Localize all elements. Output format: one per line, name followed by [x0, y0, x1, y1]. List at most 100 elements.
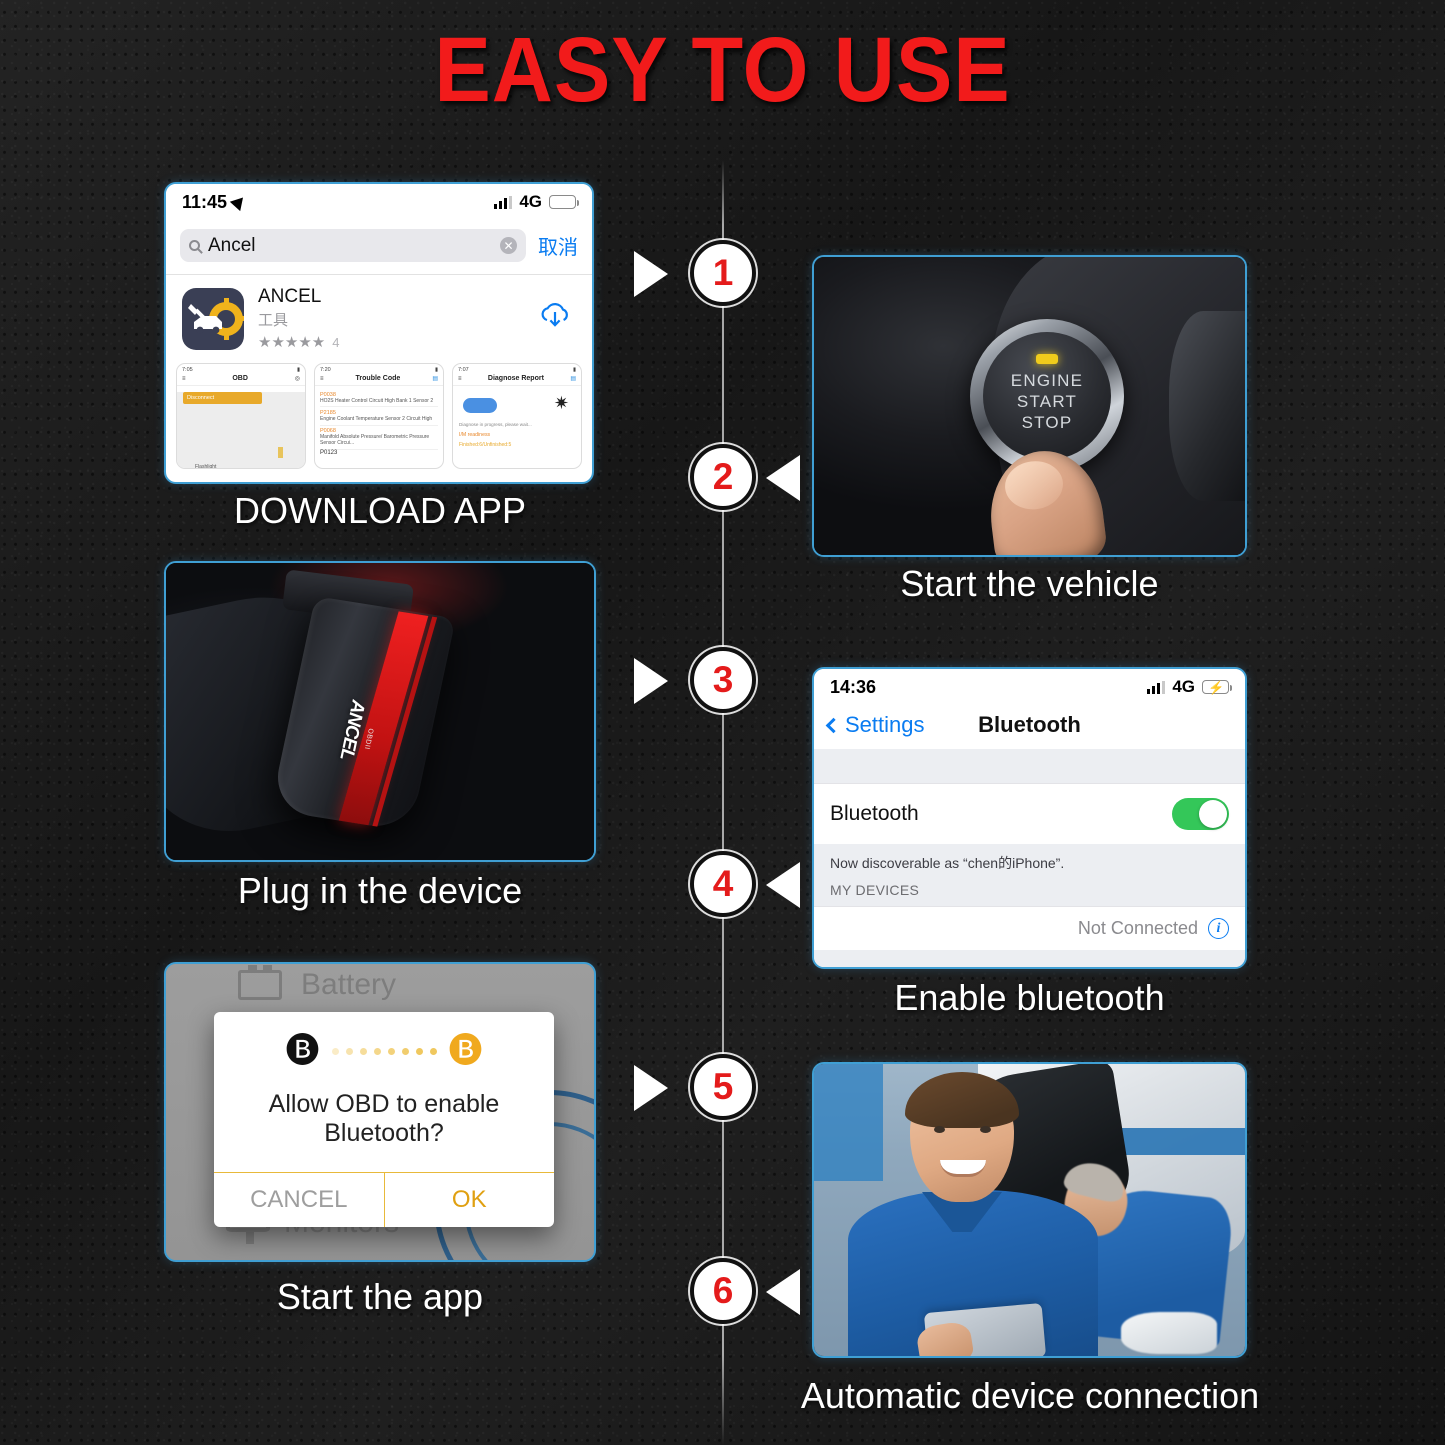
page-title: EASY TO USE	[434, 19, 1011, 121]
caption-step-1: DOWNLOAD APP	[233, 490, 527, 531]
app-name: ANCEL	[258, 286, 322, 307]
back-label: Settings	[845, 712, 925, 737]
info-circle-icon[interactable]: i	[1208, 918, 1229, 939]
app-preview-strip: 7:05 ▮ ≡ OBD ◎ Disconnect Flashlight 7:20 ▮ …	[166, 357, 592, 469]
panel-plug-in-device[interactable]: ANCEL OBDII	[164, 561, 596, 862]
preview1-disconnect-button: Disconnect	[183, 392, 263, 404]
signal-icon	[494, 195, 513, 209]
caption-step-6: Automatic device connection	[800, 1375, 1260, 1416]
rating-stars: ★★★★★	[258, 334, 326, 351]
bluetooth-nav-bar: Settings Bluetooth	[814, 705, 1245, 749]
panel-automatic-connection[interactable]	[812, 1062, 1247, 1358]
app-result-row[interactable]: ANCEL 工具 ★★★★★ 4	[166, 275, 592, 357]
bluetooth-footer-spacer	[814, 950, 1245, 967]
battery-icon	[549, 195, 579, 209]
caption-step-2: Start the vehicle	[900, 563, 1159, 604]
panel-download-app[interactable]: 11:45 4G Ancel ✕ 取消 ANCEL 工具 ★★★★★ 4 7:0…	[164, 182, 594, 484]
appstore-search-row[interactable]: Ancel ✕ 取消	[166, 220, 592, 275]
preview3-time: 7:07	[458, 367, 469, 373]
clear-icon[interactable]: ✕	[500, 237, 517, 254]
network-label: 4G	[1172, 677, 1195, 696]
chevron-left-icon	[825, 717, 842, 733]
caption-step-5: Start the app	[276, 1276, 484, 1317]
car-interior-photo: ENGINE START STOP	[814, 257, 1245, 555]
dialog-cancel-button[interactable]: CANCEL	[214, 1173, 385, 1227]
engine-label-line2: START	[1016, 391, 1078, 411]
bluetooth-discoverable-note: Now discoverable as “chen的iPhone”.	[814, 844, 1245, 879]
preview2-title: Trouble Code	[355, 375, 401, 382]
app-rating: ★★★★★ 4	[258, 333, 524, 351]
device-connection-status: Not Connected	[1077, 918, 1198, 938]
caption-step-4: Enable bluetooth	[894, 977, 1165, 1018]
dtc-desc: Manifold Absolute Pressure/ Barometric P…	[320, 434, 430, 447]
step-arrow-6-left-icon	[766, 1269, 800, 1315]
step-marker-4[interactable]: 4	[690, 851, 756, 917]
step-marker-6[interactable]: 6	[690, 1258, 756, 1324]
preview2-time: 7:20	[320, 367, 331, 373]
dtc-row: P0038 HO2S Heater Control Circuit High B…	[320, 389, 438, 408]
my-devices-section-header: MY DEVICES	[814, 879, 1245, 906]
search-cancel-button[interactable]: 取消	[538, 231, 578, 260]
dtc-row: P0068 Manifold Absolute Pressure/ Barome…	[320, 426, 438, 450]
step-marker-5[interactable]: 5	[690, 1054, 756, 1120]
panel-start-vehicle[interactable]: ENGINE START STOP	[812, 255, 1247, 557]
caption-step-3: Plug in the device	[237, 870, 523, 911]
dtc-row: P2185 Engine Coolant Temperature Sensor …	[320, 407, 438, 426]
bluetooth-toggle-switch[interactable]	[1172, 798, 1229, 830]
engine-label-line3: STOP	[1021, 413, 1073, 433]
bluetooth-permission-dialog[interactable]: 🅑 🅑 Allow OBD to enable Bluetooth? CANCE…	[214, 1012, 554, 1227]
step-arrow-2-left-icon	[766, 455, 800, 501]
back-to-settings-button[interactable]: Settings	[825, 712, 925, 738]
dialog-message: Allow OBD to enable Bluetooth?	[268, 1090, 500, 1147]
cloud-download-icon[interactable]	[538, 300, 572, 338]
preview3-row2: Finished:6/Unfinished:5	[459, 442, 512, 448]
mechanic-photo	[814, 1064, 1245, 1356]
bluetooth-icon: 🅑	[285, 1032, 320, 1070]
step-marker-3[interactable]: 3	[690, 647, 756, 713]
app-category: 工具	[258, 312, 289, 329]
app-preview-trouble-code: 7:20 ▮ ≡ Trouble Code ▤ P0038 HO2S Heater C…	[314, 363, 444, 469]
bluetooth-toggle-row[interactable]: Bluetooth	[814, 783, 1245, 844]
status-time: 14:36	[830, 676, 877, 697]
connection-dots-icon	[331, 1047, 437, 1055]
dialog-icon-row: 🅑 🅑	[214, 1012, 554, 1076]
search-value: Ancel	[208, 234, 256, 256]
step-arrow-5-right-icon	[634, 1065, 668, 1111]
app-preview-obd: 7:05 ▮ ≡ OBD ◎ Disconnect Flashlight	[176, 363, 306, 469]
bluetooth-status-bar: 14:36 4G ⚡	[814, 669, 1245, 705]
location-arrow-icon	[229, 192, 249, 212]
step-marker-1[interactable]: 1	[690, 240, 756, 306]
dtc-desc: HO2S Heater Control Circuit High Bank 1 …	[320, 397, 434, 404]
preview1-flashlight-label: Flashlight	[195, 464, 217, 469]
dtc-code: P0123	[320, 450, 338, 456]
preview3-row: I/M readiness	[459, 432, 491, 438]
preview3-status: Diagnose in progress, please wait...	[459, 422, 532, 427]
timeline-connector	[722, 160, 724, 1445]
bluetooth-device-row[interactable]: Not Connected i	[814, 906, 1245, 950]
obd-device-photo: ANCEL OBDII	[166, 563, 594, 860]
step-arrow-3-right-icon	[634, 658, 668, 704]
bluetooth-spacer	[814, 749, 1245, 783]
network-label: 4G	[519, 192, 542, 211]
step-arrow-1-right-icon	[634, 251, 668, 297]
appstore-status-bar: 11:45 4G	[166, 184, 592, 220]
search-icon	[189, 240, 200, 251]
bluetooth-toggle-label: Bluetooth	[830, 802, 919, 825]
preview3-title: Diagnose Report	[487, 375, 544, 382]
ancel-app-icon	[182, 287, 244, 350]
engine-led-indicator	[1036, 354, 1058, 364]
engine-start-button[interactable]: ENGINE START STOP	[970, 319, 1124, 473]
battery-charging-icon: ⚡	[1202, 680, 1232, 695]
signal-icon	[1147, 680, 1166, 694]
panel-enable-bluetooth[interactable]: 14:36 4G ⚡ Settings Bluetooth Bluetooth …	[812, 667, 1247, 969]
battery-icon	[238, 965, 282, 1000]
bluetooth-icon-active: 🅑	[448, 1032, 483, 1070]
dialog-ok-button[interactable]: OK	[385, 1173, 555, 1227]
step-marker-2[interactable]: 2	[690, 444, 756, 510]
search-input[interactable]: Ancel ✕	[180, 229, 526, 262]
engine-label-line1: ENGINE	[1010, 370, 1084, 390]
rating-count: 4	[332, 334, 340, 350]
panel-start-app[interactable]: Battery Monitors 🅑 🅑 Allow OBD to enable…	[164, 962, 596, 1262]
preview1-title: OBD	[232, 375, 248, 382]
app-preview-diagnose-report: 7:07 ▮ ≡ Diagnose Report ▤ ✷ Diagnose in pr…	[452, 363, 582, 469]
